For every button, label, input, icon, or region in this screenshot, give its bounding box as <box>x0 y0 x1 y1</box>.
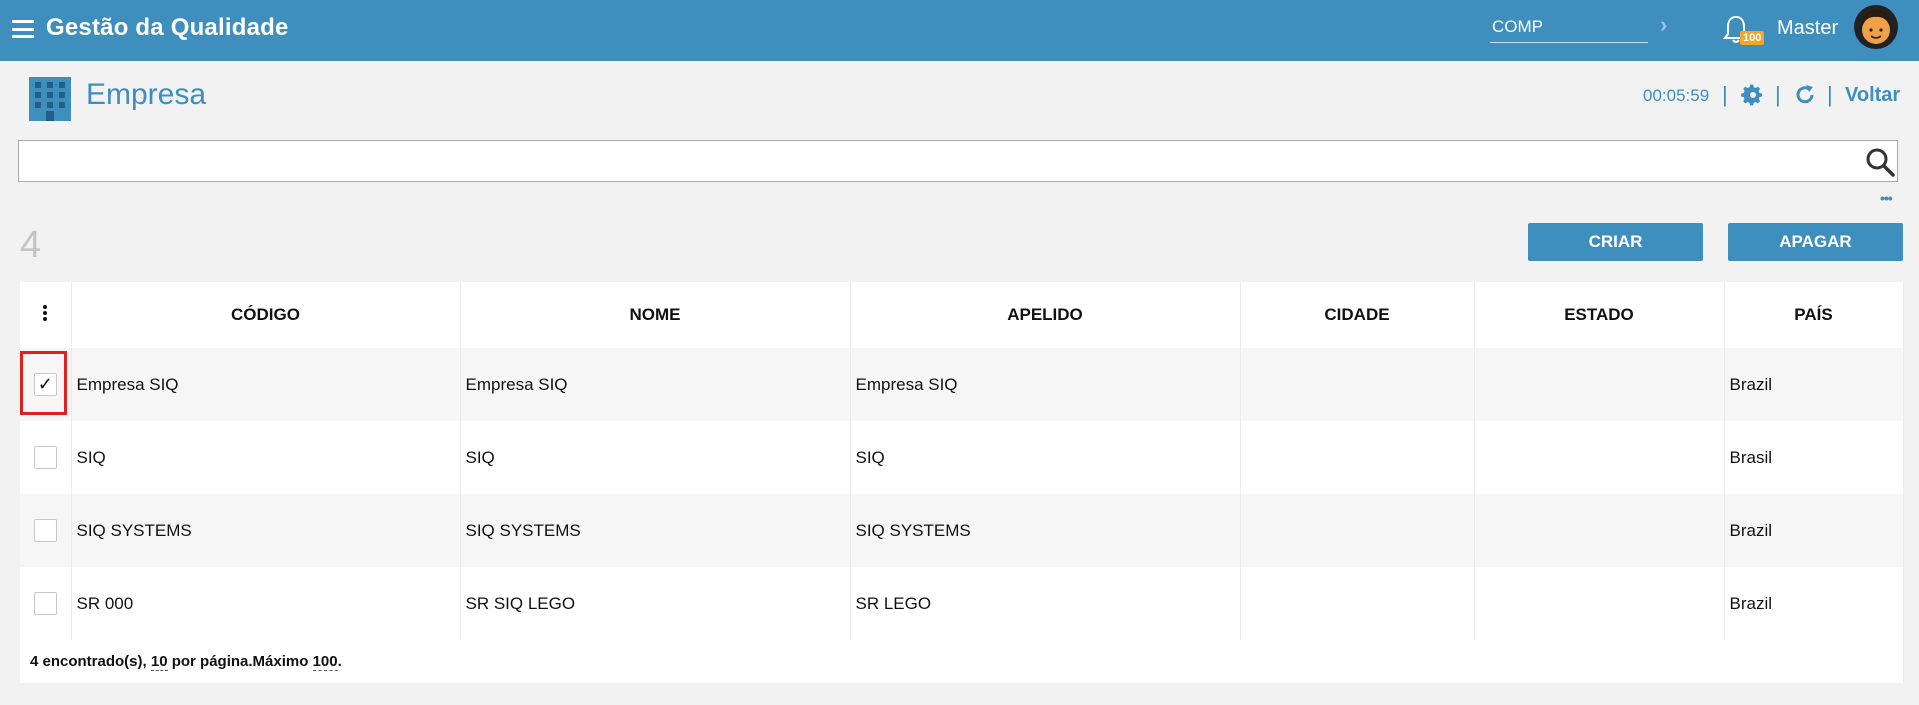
row-checkbox[interactable] <box>33 519 57 542</box>
column-header-nome[interactable]: NOME <box>460 282 851 348</box>
cell-pais: Brazil <box>1724 567 1904 640</box>
separator: | <box>1722 82 1728 107</box>
column-menu[interactable] <box>20 282 72 348</box>
record-count: 4 <box>20 224 42 266</box>
cell-codigo: SR 000 <box>71 567 461 640</box>
search-input[interactable] <box>18 140 1898 182</box>
table-row[interactable]: SIQ SIQ SIQ Brasil <box>20 421 1904 494</box>
column-header-pais[interactable]: PAÍS <box>1724 282 1904 348</box>
app-title: Gestão da Qualidade <box>46 14 289 41</box>
cell-apelido: SIQ <box>850 421 1241 494</box>
session-timer: 00:05:59 <box>1643 86 1710 105</box>
user-name[interactable]: Master <box>1777 17 1838 40</box>
cell-cidade <box>1240 567 1475 640</box>
back-link[interactable]: Voltar <box>1845 84 1900 107</box>
table-row[interactable]: SIQ SYSTEMS SIQ SYSTEMS SIQ SYSTEMS Braz… <box>20 494 1904 567</box>
create-button[interactable]: CRIAR <box>1528 223 1703 261</box>
cell-pais: Brazil <box>1724 348 1904 421</box>
cell-codigo: Empresa SIQ <box>71 348 461 421</box>
cell-apelido: SIQ SYSTEMS <box>850 494 1241 567</box>
found-count: 4 encontrado(s), <box>30 653 151 670</box>
per-page-value[interactable]: 10 <box>150 653 168 671</box>
kebab-icon[interactable] <box>43 303 48 323</box>
row-checkbox[interactable] <box>33 446 57 469</box>
cell-nome: SIQ <box>460 421 851 494</box>
cell-nome: Empresa SIQ <box>460 348 851 421</box>
max-value[interactable]: 100 <box>312 653 338 671</box>
cell-estado <box>1474 567 1725 640</box>
column-header-cidade[interactable]: CIDADE <box>1240 282 1475 348</box>
cell-pais: Brasil <box>1724 421 1904 494</box>
cell-codigo: SIQ <box>71 421 461 494</box>
advanced-search-toggle[interactable]: ••• <box>1880 190 1893 206</box>
row-checkbox[interactable]: ✓ <box>33 373 57 396</box>
separator: | <box>1775 82 1781 107</box>
cell-apelido: SR LEGO <box>850 567 1241 640</box>
table-footer-row: 4 encontrado(s), 10 por página.Máximo 10… <box>20 640 1904 683</box>
menu-icon[interactable] <box>12 20 34 38</box>
cell-pais: Brazil <box>1724 494 1904 567</box>
table-header-row: CÓDIGO NOME APELIDO CIDADE ESTADO PAÍS <box>20 282 1904 348</box>
top-bar: Gestão da Qualidade › 100 Master <box>0 0 1919 61</box>
column-header-codigo[interactable]: CÓDIGO <box>71 282 461 348</box>
separator: | <box>1827 82 1833 107</box>
row-select-cell <box>20 567 72 640</box>
cell-apelido: Empresa SIQ <box>850 348 1241 421</box>
cell-codigo: SIQ SYSTEMS <box>71 494 461 567</box>
per-page-text: por página.Máximo <box>167 653 313 670</box>
column-header-estado[interactable]: ESTADO <box>1474 282 1725 348</box>
cell-cidade <box>1240 421 1475 494</box>
cell-cidade <box>1240 494 1475 567</box>
building-icon <box>29 77 71 121</box>
table-row[interactable]: SR 000 SR SIQ LEGO SR LEGO Brazil <box>20 567 1904 640</box>
cell-nome: SR SIQ LEGO <box>460 567 851 640</box>
cell-nome: SIQ SYSTEMS <box>460 494 851 567</box>
notification-badge: 100 <box>1740 31 1765 45</box>
delete-button[interactable]: APAGAR <box>1728 223 1903 261</box>
cell-estado <box>1474 494 1725 567</box>
cell-estado <box>1474 348 1725 421</box>
cell-estado <box>1474 421 1725 494</box>
footer-end: . <box>337 653 342 670</box>
column-header-apelido[interactable]: APELIDO <box>850 282 1241 348</box>
avatar[interactable] <box>1853 4 1899 50</box>
search-icon[interactable] <box>1864 146 1896 178</box>
row-select-cell <box>20 421 72 494</box>
pagination-info: 4 encontrado(s), 10 por página.Máximo 10… <box>20 640 1904 683</box>
data-table: CÓDIGO NOME APELIDO CIDADE ESTADO PAÍS ✓… <box>20 282 1904 683</box>
refresh-icon[interactable] <box>1793 83 1817 107</box>
row-checkbox[interactable] <box>33 592 57 615</box>
gear-icon[interactable] <box>1741 83 1765 107</box>
table-row[interactable]: ✓ Empresa SIQ Empresa SIQ Empresa SIQ Br… <box>20 348 1904 421</box>
cell-cidade <box>1240 348 1475 421</box>
chevron-right-icon[interactable]: › <box>1660 12 1667 38</box>
row-select-cell <box>20 494 72 567</box>
page-title: Empresa <box>86 78 207 111</box>
row-select-cell: ✓ <box>20 348 72 421</box>
company-input[interactable] <box>1490 12 1648 43</box>
